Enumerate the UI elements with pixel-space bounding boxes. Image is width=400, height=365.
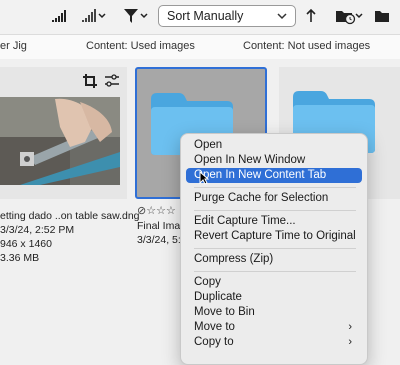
mouse-pointer-icon	[199, 170, 210, 190]
chevron-down-icon	[277, 6, 287, 32]
menu-item-copy[interactable]: Copy	[186, 275, 362, 290]
filter-icon[interactable]	[122, 6, 150, 26]
menu-item-purge-cache[interactable]: Purge Cache for Selection	[186, 191, 362, 206]
context-menu: Open Open In New Window Open In New Cont…	[180, 133, 368, 365]
menu-separator	[194, 210, 356, 211]
photo-thumbnail-cell[interactable]	[0, 67, 127, 199]
header-col-2: Content: Used images	[86, 40, 195, 52]
photo-size: 3.36 MB	[0, 252, 40, 264]
menu-separator	[194, 187, 356, 188]
menu-item-open-new-window[interactable]: Open In New Window	[186, 153, 362, 168]
menu-separator	[194, 248, 356, 249]
chevron-right-icon: ›	[348, 321, 352, 333]
content-header: er Jig Content: Used images Content: Not…	[0, 34, 400, 60]
menu-separator	[194, 271, 356, 272]
photo-image	[0, 97, 120, 185]
menu-item-move-to-bin[interactable]: Move to Bin	[186, 305, 362, 320]
header-col-1: er Jig	[0, 40, 27, 52]
menu-item-label: Move to	[194, 321, 235, 333]
photo-date: 3/3/24, 2:52 PM	[0, 224, 75, 236]
menu-item-compress[interactable]: Compress (Zip)	[186, 252, 362, 267]
sort-ascending-icon[interactable]	[50, 6, 70, 26]
menu-item-move-to[interactable]: Move to ›	[186, 320, 362, 335]
menu-item-open[interactable]: Open	[186, 138, 362, 153]
filter-rating-icon[interactable]	[80, 6, 108, 26]
recent-folder-icon[interactable]	[335, 6, 363, 26]
header-col-3: Content: Not used images	[243, 40, 371, 52]
folder-icon[interactable]	[374, 6, 390, 26]
menu-item-label: Copy to	[194, 336, 234, 348]
menu-item-revert-capture-time[interactable]: Revert Capture Time to Original	[186, 229, 362, 244]
photo-dimensions: 946 x 1460	[0, 238, 52, 250]
menu-item-duplicate[interactable]: Duplicate	[186, 290, 362, 305]
toolbar: Sort Manually	[0, 0, 400, 34]
menu-item-edit-capture-time[interactable]: Edit Capture Time...	[186, 214, 362, 229]
menu-item-open-new-content-tab[interactable]: Open In New Content Tab	[186, 168, 362, 183]
photo-filename: etting dado ..on table saw.dng	[0, 210, 140, 222]
sort-select-value: Sort Manually	[167, 9, 244, 23]
menu-item-copy-to[interactable]: Copy to ›	[186, 335, 362, 350]
adjustments-icon	[104, 73, 120, 94]
rating-stars[interactable]: ⊘☆☆☆	[137, 204, 176, 217]
chevron-right-icon: ›	[348, 336, 352, 348]
crop-icon	[82, 73, 98, 94]
arrow-up-icon[interactable]	[305, 6, 317, 26]
sort-select[interactable]: Sort Manually	[158, 5, 296, 27]
